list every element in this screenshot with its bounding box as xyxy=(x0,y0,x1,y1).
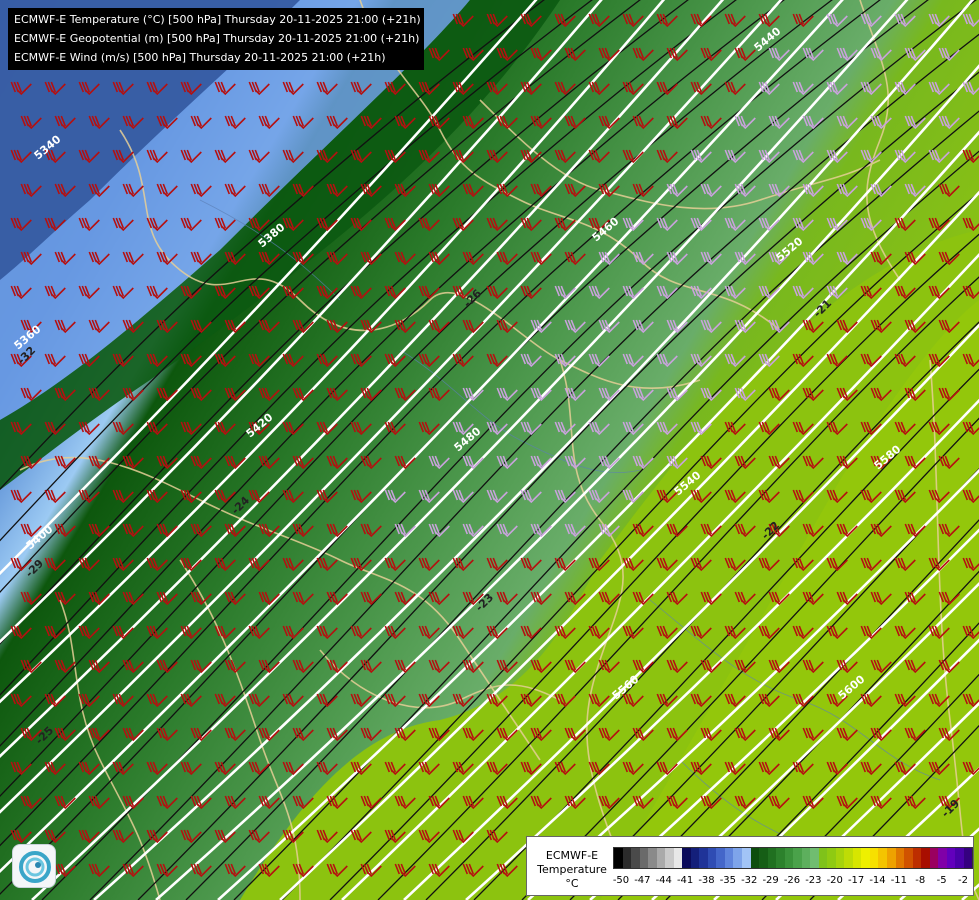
legend-tick-label: -44 xyxy=(655,875,672,886)
legend-swatch xyxy=(938,848,947,868)
legend-swatch xyxy=(904,848,913,868)
legend-swatch xyxy=(759,848,768,868)
legend-tick-label: -50 xyxy=(612,875,630,886)
legend-swatch xyxy=(648,848,657,868)
geopotential-layer-title: ECMWF-E Geopotential (m) [500 hPa] Thurs… xyxy=(14,32,420,45)
ecmwf-logo-icon xyxy=(12,844,56,888)
legend-tick-label: -8 xyxy=(915,875,926,886)
legend-tick-label: -5 xyxy=(936,875,947,886)
legend-swatch xyxy=(682,848,691,868)
legend-swatch xyxy=(861,848,870,868)
legend-swatch xyxy=(810,848,819,868)
legend-swatch xyxy=(656,848,666,868)
legend-swatch xyxy=(741,848,751,868)
legend-title-variable: Temperature xyxy=(537,863,607,876)
legend-swatch xyxy=(844,848,853,868)
legend-tick-label: -32 xyxy=(741,875,758,886)
legend-swatch xyxy=(631,848,640,868)
legend-swatch xyxy=(869,848,879,868)
legend-swatch xyxy=(827,848,836,868)
legend-swatch xyxy=(639,848,649,868)
legend-tick-label: -2 xyxy=(958,875,968,886)
legend-swatch xyxy=(929,848,939,868)
legend-swatch xyxy=(887,848,896,868)
legend-swatch xyxy=(852,848,862,868)
temperature-layer-title: ECMWF-E Temperature (°C) [500 hPa] Thurs… xyxy=(14,13,421,26)
legend-tick-labels: -50 -47 -44 -41 -38 -35 -32 -29 -26 -23 -20 -17 -14-… xyxy=(613,875,971,889)
legend-tick-label: -41 xyxy=(676,875,694,886)
legend-swatch xyxy=(690,848,700,868)
legend-swatch xyxy=(963,848,973,868)
legend-swatch xyxy=(895,848,905,868)
legend-tick-label: -47 xyxy=(634,875,651,886)
legend-swatch xyxy=(955,848,964,868)
legend-tick-label: -38 xyxy=(698,875,715,886)
legend-swatch xyxy=(750,848,760,868)
legend-swatch xyxy=(801,848,811,868)
legend-swatch xyxy=(733,848,742,868)
legend-tick-label: -14 xyxy=(869,875,886,886)
legend-title-unit: °C xyxy=(565,877,579,890)
legend-swatch xyxy=(921,848,930,868)
legend-title-model: ECMWF-E xyxy=(545,849,599,862)
legend-swatch xyxy=(716,848,725,868)
legend-swatch xyxy=(818,848,828,868)
temperature-legend: ECMWF-E Temperature °C -50 -47 -44 -41 -38 -3… xyxy=(526,836,974,896)
legend-swatch xyxy=(767,848,777,868)
legend-swatch xyxy=(784,848,794,868)
wind-layer-title: ECMWF-E Wind (m/s) [500 hPa] Thursday 20… xyxy=(14,51,386,64)
legend-tick-label: -11 xyxy=(890,875,908,886)
legend-tick-label: -26 xyxy=(783,875,801,886)
legend-swatch xyxy=(724,848,734,868)
legend-swatch xyxy=(912,848,922,868)
legend-tick-label: -17 xyxy=(847,875,865,886)
legend-tick-label: -29 xyxy=(762,875,779,886)
legend-swatch xyxy=(878,848,887,868)
legend-swatch xyxy=(707,848,717,868)
legend-tick-label: -23 xyxy=(805,875,822,886)
legend-tick-label: -20 xyxy=(826,875,843,886)
legend-swatch xyxy=(665,848,674,868)
legend-swatch xyxy=(699,848,708,868)
legend-swatch xyxy=(673,848,683,868)
legend-tick-label: -35 xyxy=(719,875,737,886)
legend-swatch xyxy=(835,848,845,868)
legend-color-bar xyxy=(613,847,973,869)
legend-swatch xyxy=(793,848,802,868)
legend-title: ECMWF-E Temperature °C xyxy=(531,849,613,891)
legend-swatch xyxy=(946,848,956,868)
map-info-header: ECMWF-E Temperature (°C) [500 hPa] Thurs… xyxy=(8,8,424,70)
legend-swatch xyxy=(614,848,623,868)
legend-swatch xyxy=(776,848,785,868)
legend-swatch xyxy=(622,848,632,868)
weather-map: 5340536053805400542054405460548055205540… xyxy=(0,0,979,900)
